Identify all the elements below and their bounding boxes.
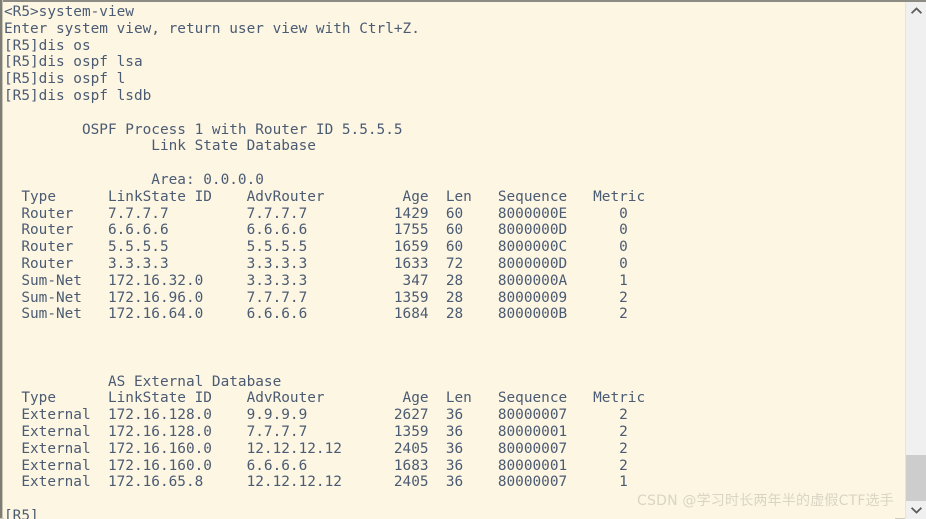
terminal-line: [R5]dis os	[4, 37, 91, 54]
terminal-line: External 172.16.160.0 6.6.6.6 1683 36 80…	[4, 457, 628, 474]
terminal-line: Type LinkState ID AdvRouter Age Len Sequ…	[4, 188, 646, 205]
terminal-line: Sum-Net 172.16.64.0 6.6.6.6 1684 28 8000…	[4, 306, 628, 323]
terminal-line: External 172.16.128.0 9.9.9.9 2627 36 80…	[4, 407, 628, 424]
terminal-line: [R5]dis ospf l	[4, 71, 126, 88]
terminal-line: Router 7.7.7.7 7.7.7.7 1429 60 8000000E …	[4, 205, 628, 222]
window-left-border-inner	[2, 0, 3, 519]
terminal-output[interactable]: <R5>system-view Enter system view, return…	[4, 2, 895, 519]
terminal-line: External 172.16.65.8 12.12.12.12 2405 36…	[4, 474, 628, 491]
vertical-scrollbar[interactable]	[905, 2, 926, 519]
scroll-up-arrow-icon[interactable]	[906, 2, 926, 20]
terminal-line: Enter system view, return user view with…	[4, 20, 420, 37]
terminal-line: Router 3.3.3.3 3.3.3.3 1633 72 8000000D …	[4, 255, 628, 272]
terminal-line: AS External Database	[4, 373, 282, 390]
terminal-line: [R5]dis ospf lsdb	[4, 87, 152, 104]
terminal-line: Sum-Net 172.16.96.0 7.7.7.7 1359 28 8000…	[4, 289, 628, 306]
terminal-line: External 172.16.160.0 12.12.12.12 2405 3…	[4, 440, 628, 457]
terminal-line: Router 5.5.5.5 5.5.5.5 1659 60 8000000C …	[4, 239, 628, 256]
terminal-line: <R5>system-view	[4, 4, 134, 20]
terminal-line: Sum-Net 172.16.32.0 3.3.3.3 347 28 80000…	[4, 272, 628, 289]
terminal-line: OSPF Process 1 with Router ID 5.5.5.5	[4, 121, 403, 138]
terminal-line: External 172.16.128.0 7.7.7.7 1359 36 80…	[4, 423, 628, 440]
terminal-line: Type LinkState ID AdvRouter Age Len Sequ…	[4, 390, 646, 407]
terminal-line: [R5]dis ospf lsa	[4, 54, 143, 71]
scrollbar-thumb[interactable]	[906, 455, 926, 501]
scrollbar-track[interactable]	[906, 20, 926, 501]
terminal-line: Link State Database	[4, 138, 316, 155]
terminal-line: Area: 0.0.0.0	[4, 171, 264, 188]
scroll-down-arrow-icon[interactable]	[906, 501, 926, 519]
terminal-line: [R5]	[4, 507, 39, 519]
terminal-window: <R5>system-view Enter system view, return…	[0, 0, 926, 519]
terminal-line: Router 6.6.6.6 6.6.6.6 1755 60 8000000D …	[4, 222, 628, 239]
